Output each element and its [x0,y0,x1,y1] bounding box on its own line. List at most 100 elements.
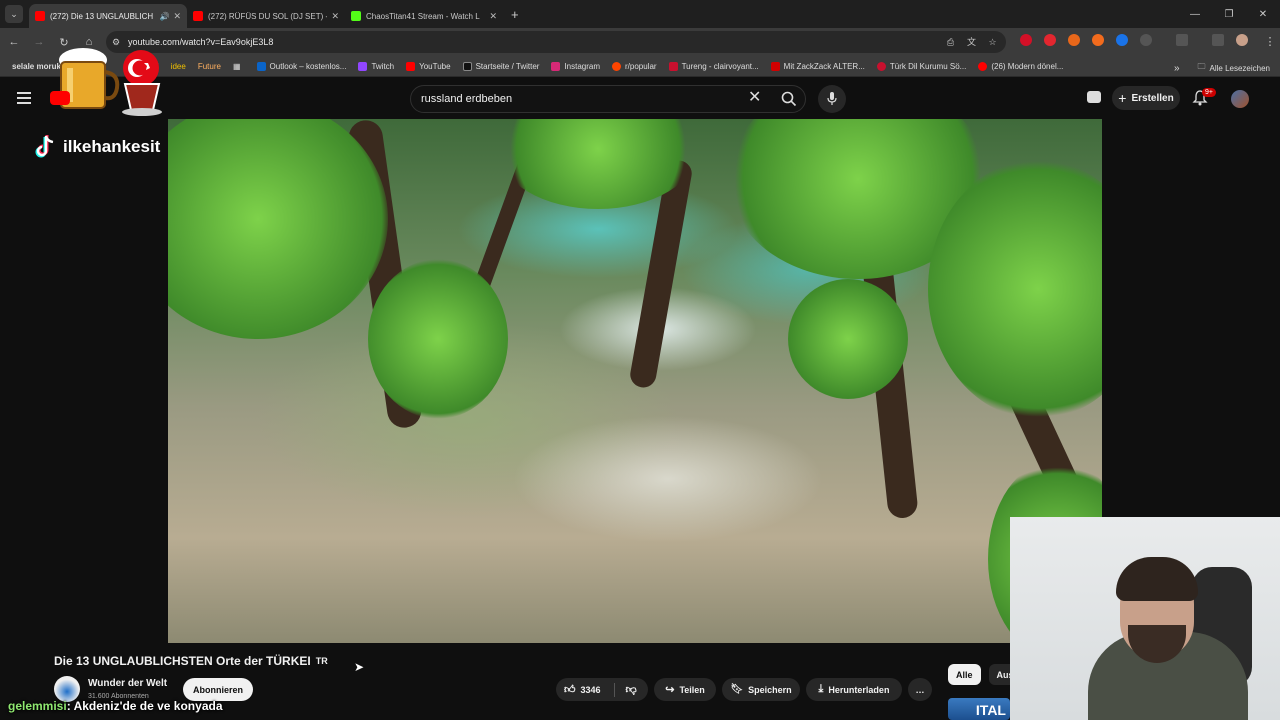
more-bookmarks-button[interactable]: » [1174,63,1180,74]
search-icon [781,91,797,107]
tab-rufus[interactable]: (272) RÜFÜS DU SOL (DJ SET) - ✕ [187,4,345,28]
save-button[interactable]: 🔖︎ Speichern [722,678,800,701]
mouse-cursor-icon: ➤ [354,660,365,674]
extension-icon[interactable] [1116,34,1128,46]
like-dislike-group: 👍︎ 3346 👎︎ [556,678,648,701]
extension-icon[interactable] [1020,34,1032,46]
search-button[interactable] [772,85,806,113]
more-actions-button[interactable]: … [908,678,932,701]
window-controls: — ❐ ✕ [1178,0,1280,28]
extension-icon[interactable] [1044,34,1056,46]
kick-favicon-icon [351,11,361,21]
tureng-icon [668,61,678,71]
menu-icon[interactable] [17,92,31,104]
close-tab-icon[interactable]: ✕ [173,11,181,22]
twitch-icon [358,61,368,71]
dislike-button[interactable]: 👎︎ [626,683,637,696]
youtube-header: russland erdbeben ✕ + Erstellen 9+ [0,77,1280,119]
youtube-logo-icon[interactable] [50,91,70,105]
minimize-icon[interactable]: — [1178,9,1212,20]
install-icon[interactable]: ⎙ [945,37,956,48]
foliage [788,279,908,399]
bookmark-item[interactable]: Instagram [551,61,600,71]
foliage [368,259,508,419]
bookmark-item[interactable]: Türk Dil Kurumu Sö... [876,61,966,71]
back-icon[interactable]: ← [3,36,25,48]
address-toolbar: ← → ↻ ⌂ ⚙ youtube.com/watch?v=Eav9okjE3L… [0,28,1280,56]
bookmark-star-icon[interactable]: ☆ [987,37,998,48]
media-control-icon[interactable] [1212,34,1224,46]
close-tab-icon[interactable]: ✕ [331,11,339,22]
tab-video[interactable]: (272) Die 13 UNGLAUBLICH 🔊 ✕ [29,4,187,28]
tab-title: (272) RÜFÜS DU SOL (DJ SET) - [208,11,328,21]
all-bookmarks-button[interactable]: Alle Lesezeichen [1210,64,1270,73]
save-label: Speichern [748,684,792,695]
webcam-overlay [1010,517,1280,720]
translate-icon[interactable]: 文 [966,37,977,48]
subscribe-button[interactable]: Abonnieren [183,678,253,701]
forward-icon[interactable]: → [28,36,50,48]
stream-sticker-image [59,48,162,116]
divider [613,682,615,697]
download-button[interactable]: ⤓ Herunterladen [806,678,902,701]
chat-bubble-icon[interactable] [1087,91,1101,103]
search-query: russland erdbeben [421,93,513,105]
bookmark-item[interactable]: r/popular [612,61,657,71]
create-button[interactable]: + Erstellen [1112,86,1180,110]
bookmark-item[interactable]: Twitch [358,61,394,71]
notifications-badge: 9+ [1202,88,1216,97]
bookmark-item[interactable]: Mit ZackZack ALTER... [770,61,865,71]
like-button[interactable]: 👍︎ 3346 [564,683,601,696]
voice-search-button[interactable] [818,85,846,113]
side-panel-icon[interactable] [1176,34,1188,46]
bookmark-item[interactable]: Outlook – kostenlos... [256,61,346,71]
chip-all[interactable]: Alle [948,664,981,685]
close-tab-icon[interactable]: ✕ [489,11,497,22]
tab-title: ChaosTitan41 Stream - Watch L [366,11,480,21]
apps-grid-icon[interactable]: ▦ [233,62,241,71]
plus-icon: + [1118,90,1127,106]
tab-title: (272) Die 13 UNGLAUBLICH [50,11,154,21]
url-bar[interactable]: ⚙ youtube.com/watch?v=Eav9okjE3L8 ⎙ 文 ☆ [106,31,1006,53]
thumbs-up-icon: 👍︎ [564,684,576,696]
clear-search-icon[interactable]: ✕ [748,89,761,107]
bookmark-item[interactable]: (26) Modern dönel... [978,61,1063,71]
tab-kick[interactable]: ChaosTitan41 Stream - Watch L ✕ [345,4,503,28]
tiktok-overlay: ilkehankesit [33,134,160,160]
speaker-icon[interactable]: 🔊 [159,12,169,21]
bookmark-item[interactable]: Future [198,62,221,71]
bookmark-item[interactable]: selale moruk [12,62,61,71]
tdk-icon [876,61,886,71]
new-tab-button[interactable]: + [511,7,519,22]
recommended-video-thumbnail[interactable]: ITAL [948,698,1010,720]
extensions-puzzle-icon[interactable] [1140,34,1152,46]
bookmark-item[interactable]: Tureng - clairvoyant... [668,61,759,71]
bookmarks-right: » 🗀 Alle Lesezeichen [1174,61,1270,75]
search-input[interactable]: russland erdbeben [410,85,806,113]
profile-avatar-icon[interactable] [1236,34,1248,46]
browser-menu-icon[interactable]: ⋮ [1259,35,1280,48]
x-twitter-icon [462,61,472,71]
bookmark-item[interactable]: Startseite / Twitter [462,61,539,71]
video-title: Die 13 UNGLAUBLICHSTEN Orte der TÜRKEI T… [54,654,328,668]
reddit-icon [612,61,622,71]
share-button[interactable]: ↪ Teilen [654,678,716,701]
bookmark-item[interactable]: YouTube [406,61,451,71]
bookmarks-bar: selale moruk ki idee Future ▦ Outlook – … [0,56,1280,77]
youtube-icon [978,61,988,71]
thumbs-down-icon: 👎︎ [625,684,637,696]
tiktok-icon [35,135,54,158]
extension-icon[interactable] [1068,34,1080,46]
streamer-hair [1116,557,1198,601]
channel-name[interactable]: Wunder der Welt [88,678,167,689]
tab-search-icon[interactable]: ⌄ [5,5,23,23]
bookmark-icon: 🔖︎ [730,684,744,695]
microphone-icon [827,92,837,105]
extension-icon[interactable] [1092,34,1104,46]
account-avatar[interactable] [1231,90,1249,108]
like-count: 3346 [580,684,601,695]
close-window-icon[interactable]: ✕ [1246,9,1280,20]
download-label: Herunterladen [828,684,890,695]
video-player[interactable] [168,119,1102,643]
maximize-icon[interactable]: ❐ [1212,9,1246,20]
